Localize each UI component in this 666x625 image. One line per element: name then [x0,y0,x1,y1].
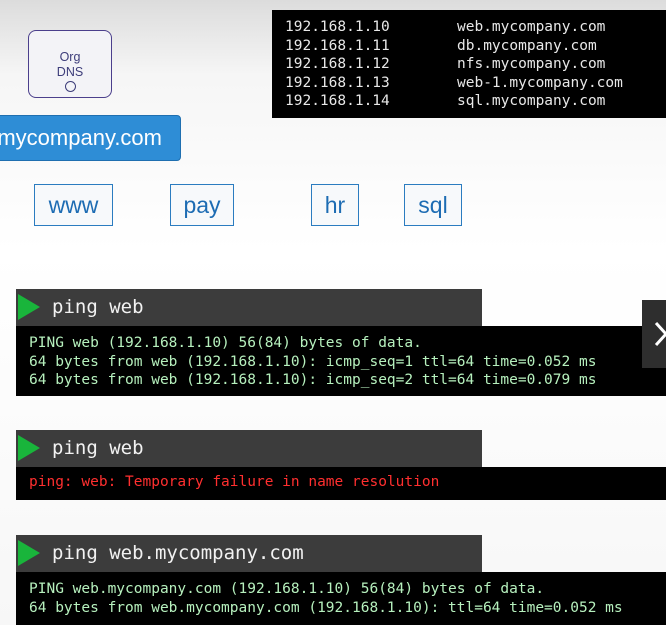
domain-name: mycompany.com [0,125,162,150]
dns-record-row: 192.168.1.11 db.mycompany.com [285,37,666,56]
dns-host: web-1.mycompany.com [457,74,623,91]
dns-record-row: 192.168.1.13 web-1.mycompany.com [285,74,666,93]
subdomain-hr: hr [311,184,359,226]
next-slide-button[interactable] [642,300,666,368]
server-indicator-icon [65,81,76,92]
command-output: PING web (192.168.1.10) 56(84) bytes of … [16,326,666,396]
dns-record-row: 192.168.1.10 web.mycompany.com [285,18,666,37]
output-line: 64 bytes from web (192.168.1.10): icmp_s… [29,372,597,388]
dns-ip: 192.168.1.10 [285,19,390,35]
org-dns-label-line1: Org [59,50,81,64]
dns-host: web.mycompany.com [457,19,606,35]
play-icon [18,540,40,566]
dns-ip: 192.168.1.13 [285,74,390,91]
play-icon [18,435,40,461]
error-line: ping: web: Temporary failure in name res… [29,474,440,490]
dns-record-row: 192.168.1.14 sql.mycompany.com [285,92,666,111]
dns-host: sql.mycompany.com [457,93,606,109]
command-bar: ping web [16,289,482,326]
subdomain-pay: pay [170,184,234,226]
domain-banner: mycompany.com [0,115,181,161]
command-output: PING web.mycompany.com (192.168.1.10) 56… [16,572,666,625]
play-icon [18,294,40,320]
output-line: 64 bytes from web (192.168.1.10): icmp_s… [29,353,597,370]
chevron-right-icon [654,321,666,347]
dns-record-row: 192.168.1.12 nfs.mycompany.com [285,55,666,74]
dns-ip: 192.168.1.12 [285,56,390,72]
org-dns-label-line2: DNS [56,65,84,79]
dns-ip: 192.168.1.14 [285,93,390,109]
output-line: PING web.mycompany.com (192.168.1.10) 56… [29,581,545,597]
output-line: PING web (192.168.1.10) 56(84) bytes of … [29,335,422,351]
dns-host: nfs.mycompany.com [457,56,606,72]
command-bar: ping web [16,430,482,467]
dns-records-table: 192.168.1.10 web.mycompany.com 192.168.1… [272,10,666,118]
output-line: 64 bytes from web.mycompany.com (192.168… [29,599,623,616]
subdomain-sql: sql [404,184,462,226]
dns-host: db.mycompany.com [457,37,597,54]
command-output: ping: web: Temporary failure in name res… [16,467,666,500]
command-text: ping web [52,437,144,459]
org-dns-server: Org DNS [28,30,112,98]
subdomain-www: www [34,184,113,226]
command-text: ping web.mycompany.com [52,542,304,564]
command-bar: ping web.mycompany.com [16,535,482,572]
dns-ip: 192.168.1.11 [285,37,390,54]
command-text: ping web [52,296,144,318]
